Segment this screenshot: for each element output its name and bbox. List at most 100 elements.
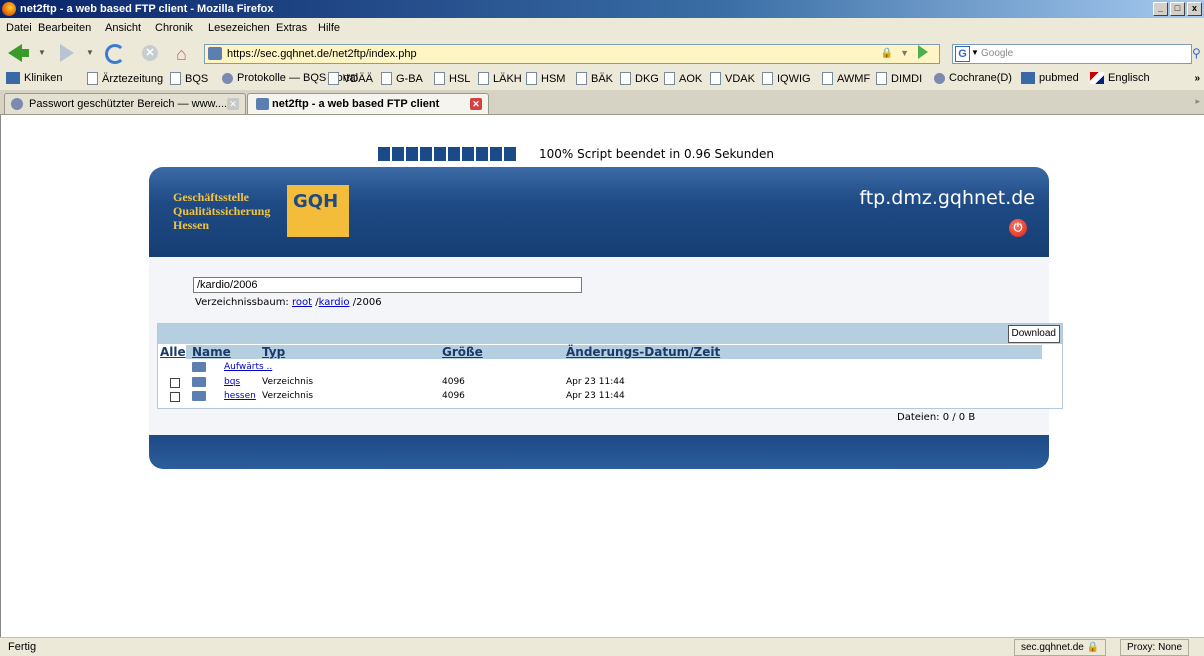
- bookmark-iqwig[interactable]: IQWIG: [762, 72, 811, 85]
- minimize-button[interactable]: _: [1153, 2, 1168, 16]
- home-icon[interactable]: ⌂: [176, 44, 187, 65]
- menu-ansicht[interactable]: Ansicht: [105, 22, 141, 34]
- globe-icon: [11, 98, 23, 110]
- breadcrumb-kardio-link[interactable]: kardio: [319, 297, 350, 308]
- google-icon[interactable]: G: [955, 46, 970, 62]
- bookmark-bäk[interactable]: BÄK: [576, 72, 613, 85]
- column-type[interactable]: Typ: [262, 345, 285, 359]
- breadcrumb-root-link[interactable]: root: [292, 297, 312, 308]
- forward-arrow-icon[interactable]: [60, 44, 74, 62]
- bookmark-englisch[interactable]: Englisch: [1090, 72, 1150, 84]
- lock-icon[interactable]: 🔒: [881, 48, 893, 59]
- bookmark-label: Ärztezeitung: [102, 72, 164, 85]
- bookmark-vdak[interactable]: VDAK: [710, 72, 755, 85]
- bookmark-cochrane-d[interactable]: Cochrane(D): [934, 72, 1012, 84]
- close-tab-icon[interactable]: ✕: [227, 98, 239, 110]
- bookmark-dkg[interactable]: DKG: [620, 72, 659, 85]
- logo-line-1: Geschäftsstelle: [173, 190, 249, 204]
- menu-lesezeichen[interactable]: Lesezeichen: [208, 22, 270, 34]
- download-button[interactable]: Download: [1007, 325, 1060, 343]
- menu-chronik[interactable]: Chronik: [155, 22, 193, 34]
- file-name-link[interactable]: bqs: [224, 377, 240, 387]
- progress-block: [462, 147, 474, 161]
- window-titlebar: net2ftp - a web based FTP client - Mozil…: [0, 0, 1204, 18]
- progress-block: [406, 147, 418, 161]
- stop-icon[interactable]: ✕: [142, 45, 158, 61]
- up-row[interactable]: Aufwärts ..: [158, 361, 1064, 375]
- close-tab-icon[interactable]: ✕: [470, 98, 482, 110]
- bookmark-hsm[interactable]: HSM: [526, 72, 565, 85]
- maximize-button[interactable]: □: [1170, 2, 1185, 16]
- bookmark-label: AWMF: [837, 72, 871, 85]
- bookmark-läkh[interactable]: LÄKH: [478, 72, 522, 85]
- progress-block: [434, 147, 446, 161]
- page-icon: [381, 72, 392, 85]
- bookmark-dimdi[interactable]: DIMDI: [876, 72, 922, 85]
- bookmark-vdää[interactable]: VDÄÄ: [328, 72, 373, 85]
- row-checkbox[interactable]: [170, 392, 180, 402]
- url-dropdown-icon[interactable]: ▼: [900, 48, 909, 58]
- page-icon: [87, 72, 98, 85]
- directory-input[interactable]: /kardio/2006: [193, 277, 582, 293]
- bookmark-pubmed[interactable]: pubmed: [1021, 72, 1079, 84]
- list-toolbar: Download: [158, 324, 1062, 344]
- tab-scroll-icon[interactable]: ▸: [1195, 96, 1200, 107]
- menu-bearbeiten[interactable]: Bearbeiten: [38, 22, 91, 34]
- tab-passwort[interactable]: Passwort geschützter Bereich — www.... ✕: [4, 93, 246, 114]
- file-date: Apr 23 11:44: [566, 391, 625, 401]
- bookmark-g-ba[interactable]: G-BA: [381, 72, 423, 85]
- site-favicon-icon: [256, 98, 269, 110]
- bookmark-ärztezeitung[interactable]: Ärztezeitung: [87, 72, 163, 85]
- page-icon: [664, 72, 675, 85]
- column-date[interactable]: Änderungs-Datum/Zeit: [566, 345, 720, 359]
- bookmark-aok[interactable]: AOK: [664, 72, 702, 85]
- folder-icon[interactable]: [192, 391, 206, 401]
- page-icon: [620, 72, 631, 85]
- logo-line-2: Qualitätssicherung: [173, 204, 271, 218]
- page-icon: [328, 72, 339, 85]
- go-arrow-icon[interactable]: [918, 45, 928, 59]
- search-icon[interactable]: ⚲: [1192, 46, 1201, 60]
- forward-history-dropdown-icon[interactable]: ▼: [86, 48, 94, 57]
- bookmark-hsl[interactable]: HSL: [434, 72, 470, 85]
- status-proxy[interactable]: Proxy: None: [1120, 639, 1190, 656]
- bookmark-awmf[interactable]: AWMF: [822, 72, 870, 85]
- page-content: 100% Script beendet in 0.96 Sekunden Ges…: [0, 115, 1204, 637]
- logout-power-icon[interactable]: ⏻: [1009, 219, 1027, 237]
- bookmark-kliniken[interactable]: Kliniken: [6, 72, 63, 84]
- page-icon: [576, 72, 587, 85]
- search-engine-dropdown-icon[interactable]: ▼: [971, 48, 979, 57]
- up-link[interactable]: Aufwärts ..: [224, 362, 272, 372]
- breadcrumb-current: /2006: [352, 297, 382, 308]
- panel-body: /kardio/2006 Verzeichnissbaum: root /kar…: [149, 257, 1063, 435]
- reload-icon[interactable]: [105, 44, 125, 64]
- status-host[interactable]: sec.gqhnet.de 🔒: [1014, 639, 1107, 656]
- search-field[interactable]: G ▼ Google: [952, 44, 1192, 64]
- close-window-button[interactable]: x: [1187, 2, 1202, 16]
- bookmarks-more-chevron-icon[interactable]: »: [1194, 73, 1200, 84]
- bookmark-label: AOK: [679, 72, 703, 85]
- menu-hilfe[interactable]: Hilfe: [318, 22, 340, 34]
- folder-icon[interactable]: [192, 377, 206, 387]
- page-icon: [822, 72, 833, 85]
- select-all-link[interactable]: Alle: [160, 345, 186, 359]
- file-type: Verzeichnis: [262, 391, 314, 401]
- tab-net2ftp[interactable]: net2ftp - a web based FTP client ✕: [247, 93, 489, 114]
- url-text[interactable]: https://sec.gqhnet.de/net2ftp/index.php: [227, 48, 417, 60]
- menu-datei[interactable]: Datei: [6, 22, 32, 34]
- back-arrow-icon-stem: [19, 49, 29, 57]
- page-icon: [478, 72, 489, 85]
- file-name-link[interactable]: hessen: [224, 391, 256, 401]
- menu-extras[interactable]: Extras: [276, 22, 307, 34]
- column-size[interactable]: Größe: [442, 345, 483, 359]
- bookmark-label: pubmed: [1039, 72, 1079, 84]
- bookmark-bqs[interactable]: BQS: [170, 72, 208, 85]
- lock-icon[interactable]: 🔒: [1087, 642, 1099, 653]
- column-name[interactable]: Name: [192, 345, 231, 359]
- back-history-dropdown-icon[interactable]: ▼: [38, 48, 46, 57]
- pubmed-icon: [1021, 72, 1035, 84]
- row-checkbox[interactable]: [170, 378, 180, 388]
- bookmark-label: BQS: [185, 72, 209, 85]
- url-bar[interactable]: https://sec.gqhnet.de/net2ftp/index.php …: [204, 44, 940, 64]
- ftp-host: ftp.dmz.gqhnet.de: [859, 187, 1035, 209]
